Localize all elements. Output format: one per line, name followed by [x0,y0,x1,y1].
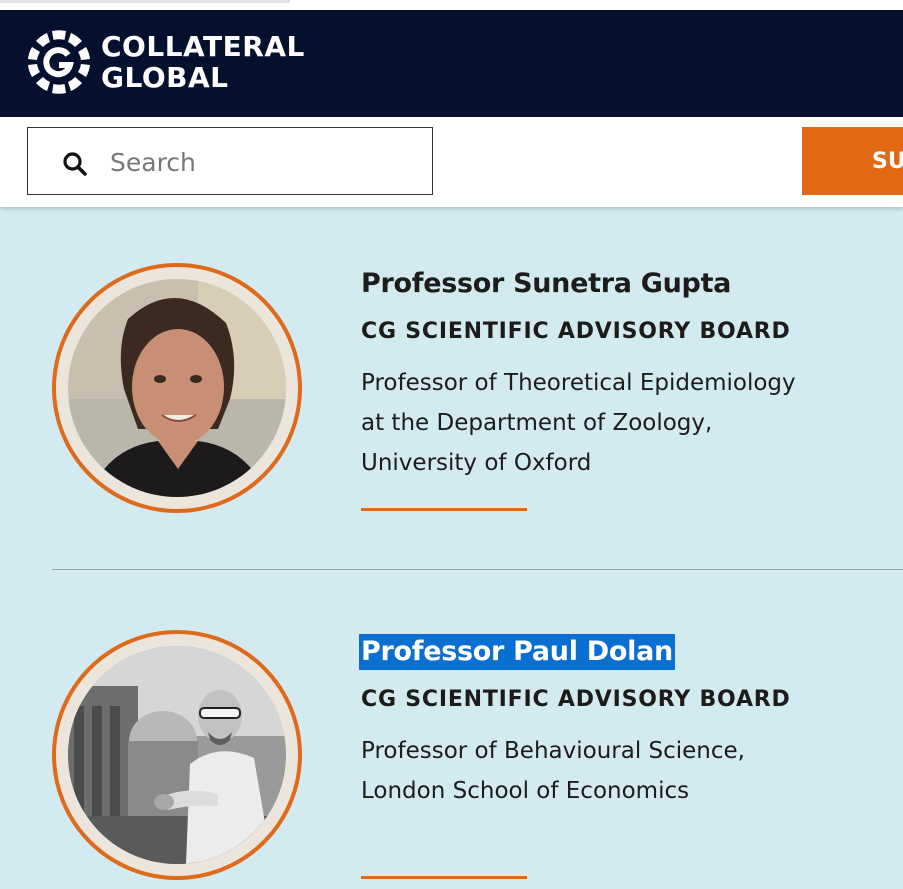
browser-top-strip [0,0,903,10]
avatar-frame [52,263,302,513]
person-board: CG SCIENTIFIC ADVISORY BOARD [361,687,791,712]
avatar-frame [52,630,302,880]
portrait-photo [68,646,286,864]
brand-line-1: COLLATERAL [101,30,305,63]
site-logo-link[interactable]: COLLATERAL GLOBAL [26,29,326,99]
search-input[interactable] [108,142,412,182]
brand-wordmark: COLLATERAL GLOBAL [101,31,305,93]
avatar [68,646,286,864]
search-icon [63,152,87,176]
tab-edge [0,0,290,3]
accent-rule [361,876,527,879]
search-box[interactable] [27,127,433,195]
description-line: at the Department of Zoology, [361,410,713,436]
description-line: Professor of Theoretical Epidemiology [361,370,796,396]
subscribe-button[interactable]: SU [802,127,903,195]
avatar [68,279,286,497]
person-description: Professor of Behavioural Science, London… [361,731,891,811]
portrait-photo [68,279,286,497]
person-divider [52,569,903,570]
cg-logo-icon [28,30,90,94]
person-name[interactable]: Professor Sunetra Gupta [361,266,731,302]
brand-line-2: GLOBAL [101,61,229,94]
person-description: Professor of Theoretical Epidemiology at… [361,363,891,483]
person-board: CG SCIENTIFIC ADVISORY BOARD [361,319,791,344]
description-line: London School of Economics [361,778,690,804]
description-line: University of Oxford [361,450,592,476]
search-bar-row: SU [0,117,903,207]
description-line: Professor of Behavioural Science, [361,738,745,764]
accent-rule [361,508,527,511]
site-header: COLLATERAL GLOBAL [0,10,903,117]
person-name[interactable]: Professor Paul Dolan [359,634,675,670]
